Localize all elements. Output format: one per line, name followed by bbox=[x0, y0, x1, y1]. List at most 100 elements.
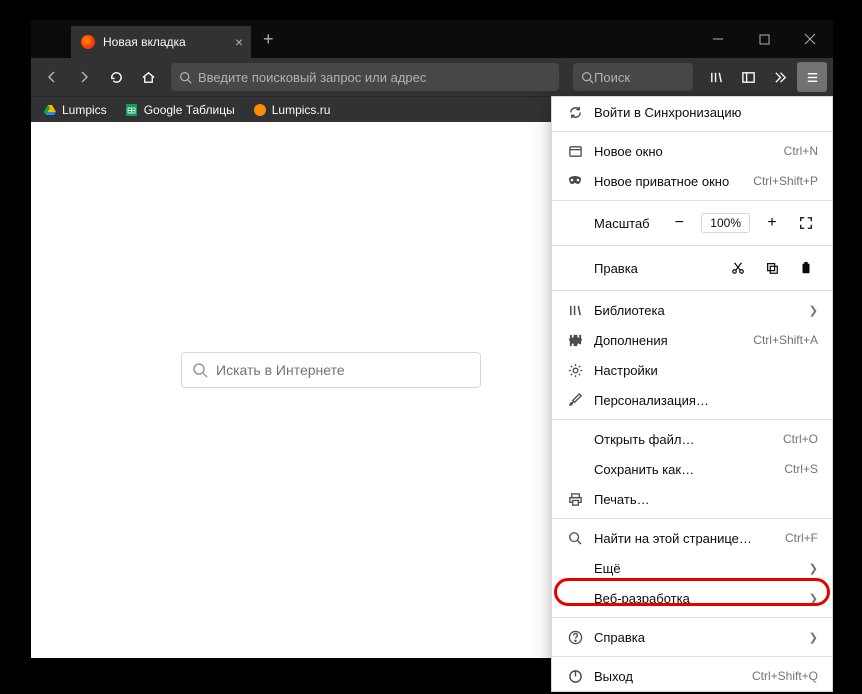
menu-shortcut: Ctrl+Shift+Q bbox=[752, 669, 818, 683]
menu-shortcut: Ctrl+Shift+A bbox=[753, 333, 818, 347]
site-icon bbox=[253, 103, 267, 117]
mask-icon bbox=[566, 176, 584, 186]
edit-label: Правка bbox=[594, 261, 716, 276]
menu-label: Войти в Синхронизацию bbox=[594, 105, 818, 120]
minimize-button[interactable] bbox=[695, 20, 741, 58]
browser-window: Новая вкладка × + Введите поисковый запр… bbox=[31, 20, 833, 658]
tab-active[interactable]: Новая вкладка × bbox=[71, 26, 251, 58]
menu-label: Ещё bbox=[594, 561, 809, 576]
menu-exit[interactable]: Выход Ctrl+Shift+Q bbox=[552, 661, 832, 691]
menu-separator bbox=[552, 518, 832, 519]
menu-sync[interactable]: Войти в Синхронизацию bbox=[552, 97, 832, 127]
menu-shortcut: Ctrl+S bbox=[784, 462, 818, 476]
zoom-out-button[interactable]: − bbox=[667, 211, 691, 235]
search-icon bbox=[566, 531, 584, 545]
back-button[interactable] bbox=[37, 62, 67, 92]
menu-label: Библиотека bbox=[594, 303, 809, 318]
paste-button[interactable] bbox=[794, 256, 818, 280]
chevron-right-icon: ❯ bbox=[809, 592, 818, 605]
gear-icon bbox=[566, 363, 584, 378]
library-button[interactable] bbox=[701, 62, 731, 92]
menu-label: Открыть файл… bbox=[594, 432, 783, 447]
library-icon bbox=[566, 303, 584, 318]
menu-print[interactable]: Печать… bbox=[552, 484, 832, 514]
menu-shortcut: Ctrl+O bbox=[783, 432, 818, 446]
menu-separator bbox=[552, 419, 832, 420]
menu-label: Выход bbox=[594, 669, 752, 684]
titlebar: Новая вкладка × + bbox=[31, 20, 833, 58]
menu-customize[interactable]: Персонализация… bbox=[552, 385, 832, 415]
bookmark-item[interactable]: Lumpics bbox=[37, 101, 113, 119]
search-bar[interactable]: Поиск bbox=[573, 63, 693, 91]
menu-open-file[interactable]: Открыть файл… Ctrl+O bbox=[552, 424, 832, 454]
menu-button[interactable] bbox=[797, 62, 827, 92]
tab-close-icon[interactable]: × bbox=[235, 34, 243, 50]
help-icon bbox=[566, 630, 584, 645]
menu-label: Справка bbox=[594, 630, 809, 645]
copy-button[interactable] bbox=[760, 256, 784, 280]
cut-button[interactable] bbox=[726, 256, 750, 280]
url-bar[interactable]: Введите поисковый запрос или адрес bbox=[171, 63, 559, 91]
menu-label: Найти на этой странице… bbox=[594, 531, 785, 546]
overflow-button[interactable] bbox=[765, 62, 795, 92]
zoom-in-button[interactable]: + bbox=[760, 211, 784, 235]
home-button[interactable] bbox=[133, 62, 163, 92]
menu-separator bbox=[552, 200, 832, 201]
menu-shortcut: Ctrl+N bbox=[784, 144, 818, 158]
close-button[interactable] bbox=[787, 20, 833, 58]
menu-label: Новое окно bbox=[594, 144, 784, 159]
bookmark-item[interactable]: Google Таблицы bbox=[119, 101, 241, 119]
menu-separator bbox=[552, 656, 832, 657]
menu-new-window[interactable]: Новое окно Ctrl+N bbox=[552, 136, 832, 166]
search-placeholder: Поиск bbox=[594, 70, 630, 85]
new-tab-button[interactable]: + bbox=[263, 29, 274, 50]
bookmark-label: Google Таблицы bbox=[144, 103, 235, 117]
menu-shortcut: Ctrl+F bbox=[785, 531, 818, 545]
puzzle-icon bbox=[566, 333, 584, 348]
brush-icon bbox=[566, 393, 584, 408]
menu-addons[interactable]: Дополнения Ctrl+Shift+A bbox=[552, 325, 832, 355]
window-controls bbox=[695, 20, 833, 58]
menu-edit-row: Правка bbox=[552, 250, 832, 286]
sheets-icon bbox=[125, 103, 139, 117]
url-placeholder: Введите поисковый запрос или адрес bbox=[198, 70, 426, 85]
menu-settings[interactable]: Настройки bbox=[552, 355, 832, 385]
menu-label: Печать… bbox=[594, 492, 818, 507]
menu-label: Новое приватное окно bbox=[594, 174, 753, 189]
nav-toolbar: Введите поисковый запрос или адрес Поиск bbox=[31, 58, 833, 96]
menu-library[interactable]: Библиотека ❯ bbox=[552, 295, 832, 325]
menu-label: Веб-разработка bbox=[594, 591, 809, 606]
chevron-right-icon: ❯ bbox=[809, 562, 818, 575]
menu-separator bbox=[552, 617, 832, 618]
menu-find[interactable]: Найти на этой странице… Ctrl+F bbox=[552, 523, 832, 553]
main-search-input[interactable]: Искать в Интернете bbox=[181, 352, 481, 388]
menu-separator bbox=[552, 245, 832, 246]
forward-button[interactable] bbox=[69, 62, 99, 92]
sidebar-button[interactable] bbox=[733, 62, 763, 92]
window-icon bbox=[566, 144, 584, 159]
menu-more[interactable]: Ещё ❯ bbox=[552, 553, 832, 583]
menu-label: Персонализация… bbox=[594, 393, 818, 408]
reload-button[interactable] bbox=[101, 62, 131, 92]
menu-zoom-row: Масштаб − 100% + bbox=[552, 205, 832, 241]
chevron-right-icon: ❯ bbox=[809, 631, 818, 644]
search-icon bbox=[192, 362, 208, 378]
chevron-right-icon: ❯ bbox=[809, 304, 818, 317]
exit-icon bbox=[566, 669, 584, 684]
zoom-value[interactable]: 100% bbox=[701, 213, 750, 233]
maximize-button[interactable] bbox=[741, 20, 787, 58]
menu-label: Дополнения bbox=[594, 333, 753, 348]
menu-new-private[interactable]: Новое приватное окно Ctrl+Shift+P bbox=[552, 166, 832, 196]
menu-save-as[interactable]: Сохранить как… Ctrl+S bbox=[552, 454, 832, 484]
menu-shortcut: Ctrl+Shift+P bbox=[753, 174, 818, 188]
menu-label: Настройки bbox=[594, 363, 818, 378]
app-menu-panel: Войти в Синхронизацию Новое окно Ctrl+N … bbox=[551, 96, 833, 692]
menu-help[interactable]: Справка ❯ bbox=[552, 622, 832, 652]
search-icon bbox=[179, 71, 192, 84]
menu-webdev[interactable]: Веб-разработка ❯ bbox=[552, 583, 832, 613]
fullscreen-button[interactable] bbox=[794, 211, 818, 235]
bookmark-item[interactable]: Lumpics.ru bbox=[247, 101, 337, 119]
bookmark-label: Lumpics bbox=[62, 103, 107, 117]
main-search-placeholder: Искать в Интернете bbox=[216, 362, 345, 378]
firefox-icon bbox=[81, 35, 95, 49]
